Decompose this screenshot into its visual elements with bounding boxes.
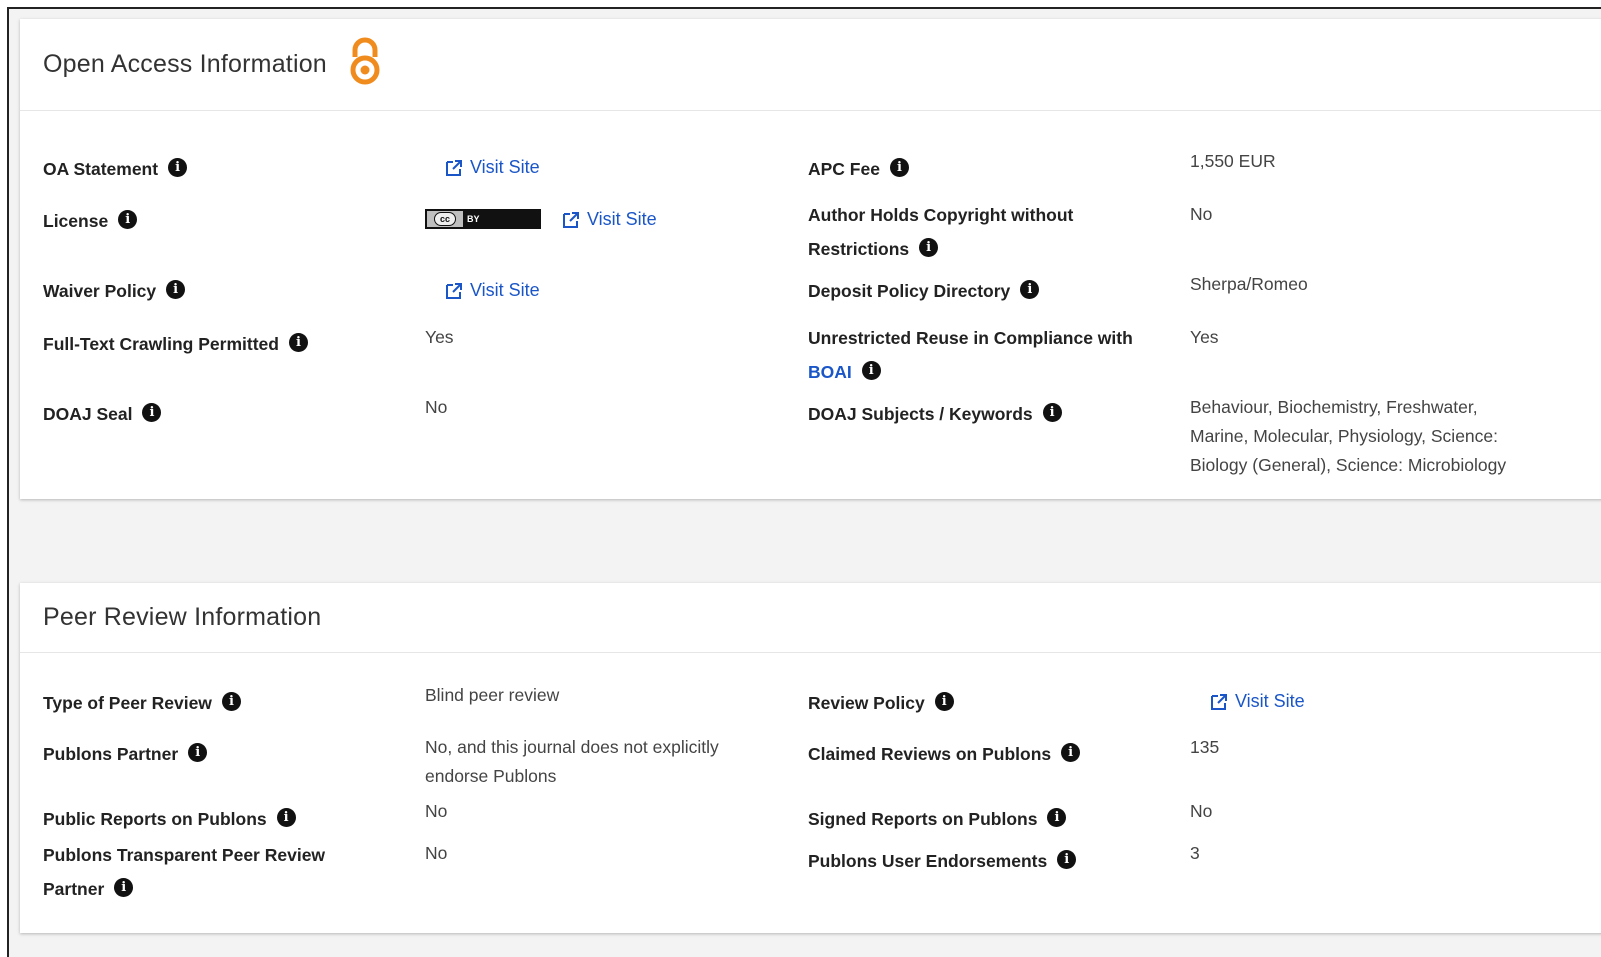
- info-icon[interactable]: i: [1057, 850, 1077, 869]
- user-endorsements-label: Publons User Endorsements i: [808, 844, 1077, 878]
- open-access-header: Open Access Information: [20, 19, 1601, 111]
- boai-link[interactable]: BOAI: [808, 362, 852, 382]
- publons-partner-value: No, and this journal does not explicitly…: [425, 737, 719, 786]
- unrestricted-reuse-label: Unrestricted Reuse in Compliance with BO…: [808, 328, 1133, 382]
- author-copyright-value: No: [1190, 204, 1213, 224]
- transparent-partner-label: Publons Transparent Peer Review Partner i: [43, 845, 326, 899]
- transparent-partner-value: No: [425, 843, 448, 863]
- doaj-seal-label: DOAJ Seal i: [43, 397, 162, 431]
- info-icon[interactable]: i: [1020, 280, 1040, 299]
- apc-fee-value: 1,550 EUR: [1190, 151, 1276, 171]
- page-frame: Open Access Information OA Statement i Li…: [7, 7, 1601, 957]
- oa-statement-label: OA Statement i: [43, 152, 188, 186]
- info-icon[interactable]: i: [166, 280, 186, 299]
- doaj-subjects-value: Behaviour, Biochemistry, Freshwater, Mar…: [1190, 397, 1507, 475]
- info-icon[interactable]: i: [168, 158, 188, 177]
- signed-reports-value: No: [1190, 801, 1213, 821]
- info-icon[interactable]: i: [889, 158, 909, 177]
- info-icon[interactable]: i: [288, 333, 308, 352]
- public-reports-value: No: [425, 801, 448, 821]
- waiver-policy-visit-site-link[interactable]: Visit Site: [445, 280, 540, 301]
- external-link-icon: [1211, 693, 1227, 710]
- peer-review-card: Peer Review Information Type of Peer Rev…: [20, 583, 1601, 933]
- info-icon[interactable]: i: [118, 210, 138, 229]
- info-icon[interactable]: i: [1047, 808, 1067, 827]
- full-text-crawling-value: Yes: [425, 327, 454, 347]
- oa-statement-visit-site-link[interactable]: Visit Site: [445, 157, 540, 178]
- claimed-reviews-label: Claimed Reviews on Publons i: [808, 737, 1081, 771]
- info-icon[interactable]: i: [919, 238, 939, 257]
- claimed-reviews-value: 135: [1190, 737, 1220, 757]
- open-access-card: Open Access Information OA Statement i Li…: [20, 19, 1601, 499]
- review-policy-visit-site-link[interactable]: Visit Site: [1210, 691, 1305, 712]
- signed-reports-label: Signed Reports on Publons i: [808, 802, 1067, 836]
- unrestricted-reuse-value: Yes: [1190, 327, 1219, 347]
- doaj-seal-value: No: [425, 397, 448, 417]
- license-label: License i: [43, 204, 138, 238]
- cc-by-text: BY: [467, 214, 480, 224]
- type-of-peer-review-value: Blind peer review: [425, 685, 560, 705]
- info-icon[interactable]: i: [934, 692, 954, 711]
- info-icon[interactable]: i: [276, 808, 296, 827]
- publons-partner-label: Publons Partner i: [43, 737, 208, 771]
- user-endorsements-value: 3: [1190, 843, 1200, 863]
- info-icon[interactable]: i: [114, 878, 134, 897]
- deposit-policy-label: Deposit Policy Directory i: [808, 274, 1040, 308]
- info-icon[interactable]: i: [142, 403, 162, 422]
- peer-review-header: Peer Review Information: [20, 583, 1601, 653]
- open-access-title: Open Access Information: [43, 50, 327, 78]
- info-icon[interactable]: i: [861, 361, 881, 380]
- license-visit-site-link[interactable]: Visit Site: [562, 209, 657, 230]
- info-icon[interactable]: i: [221, 692, 241, 711]
- peer-review-title: Peer Review Information: [43, 603, 322, 631]
- apc-fee-label: APC Fee i: [808, 152, 909, 186]
- external-link-icon: [446, 282, 462, 299]
- open-access-icon: [347, 37, 383, 92]
- license-badge: cc BY: [425, 209, 541, 229]
- info-icon[interactable]: i: [1061, 743, 1081, 762]
- review-policy-label: Review Policy i: [808, 686, 954, 720]
- external-link-icon: [563, 211, 579, 228]
- cc-icon: cc: [434, 212, 456, 226]
- external-link-icon: [446, 159, 462, 176]
- type-of-peer-review-label: Type of Peer Review i: [43, 686, 241, 720]
- public-reports-label: Public Reports on Publons i: [43, 802, 296, 836]
- full-text-crawling-label: Full-Text Crawling Permitted i: [43, 327, 308, 361]
- cc-by-badge: cc BY: [425, 209, 541, 229]
- waiver-policy-label: Waiver Policy i: [43, 274, 186, 308]
- deposit-policy-value: Sherpa/Romeo: [1190, 274, 1308, 294]
- info-icon[interactable]: i: [1042, 403, 1062, 422]
- author-copyright-label: Author Holds Copyright without Restricti…: [808, 205, 1074, 259]
- doaj-subjects-label: DOAJ Subjects / Keywords i: [808, 397, 1062, 431]
- info-icon[interactable]: i: [188, 743, 208, 762]
